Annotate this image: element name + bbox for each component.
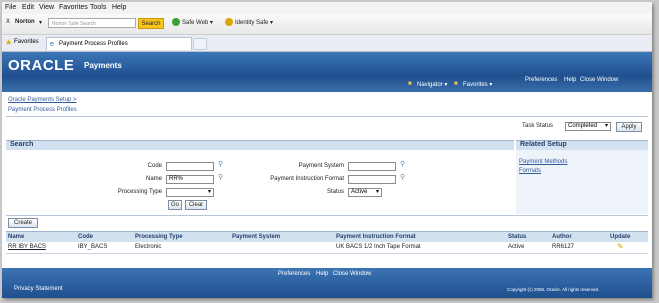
tab-title: Payment Process Profiles [59, 41, 128, 47]
results-divider [6, 215, 648, 216]
code-input[interactable] [166, 162, 214, 171]
tab-payment-process-profiles[interactable]: e Payment Process Profiles [46, 37, 192, 50]
table-row: RR IBY BACS IBY_BACS Electronic UK BACS … [6, 242, 648, 254]
menu-bar: File Edit View Favorites Tools Help [2, 2, 652, 14]
processing-type-label: Processing Type [117, 189, 162, 195]
favorites-icon: ■ [454, 81, 458, 87]
task-status-label: Task Status [522, 123, 554, 129]
row-processing-type: Electronic [135, 244, 162, 250]
menu-view[interactable]: View [39, 4, 54, 11]
task-status-select[interactable]: Completed ▾ [565, 122, 611, 131]
copyright-text: Copyright (c) 2006, Oracle. All rights r… [507, 287, 600, 292]
norton-label[interactable]: Norton [15, 19, 35, 25]
identity-safe-button[interactable]: Identity Safe ▾ [235, 19, 273, 26]
clear-button[interactable]: Clear [185, 200, 207, 210]
search-icon[interactable]: ⚲ [400, 160, 405, 168]
page-title: Payment Process Profiles [8, 107, 77, 113]
column-instruction-format[interactable]: Payment Instruction Format [336, 234, 416, 240]
privacy-statement-link[interactable]: Privacy Statement [14, 286, 63, 292]
related-setup-header: Related Setup [516, 140, 648, 150]
name-input[interactable]: RR% [166, 175, 214, 184]
payment-system-label: Payment System [298, 163, 344, 169]
safe-web-button[interactable]: Safe Web ▾ [182, 19, 213, 26]
formats-link[interactable]: Formats [519, 168, 541, 174]
header-preferences-link[interactable]: Preferences [525, 77, 557, 83]
search-icon[interactable]: ⚲ [400, 173, 405, 181]
search-icon[interactable]: ⚲ [218, 160, 223, 168]
ie-page-icon: e [50, 41, 54, 48]
header-close-window-link[interactable]: Close Window [580, 77, 618, 83]
payment-system-input[interactable] [348, 162, 396, 171]
menu-tools[interactable]: Tools [90, 4, 106, 11]
column-name[interactable]: Name [8, 234, 24, 240]
norton-dropdown-icon[interactable]: ▾ [39, 19, 42, 26]
payment-methods-link[interactable]: Payment Methods [519, 159, 567, 165]
instruction-format-label: Payment Instruction Format [270, 176, 344, 182]
title-divider [6, 116, 648, 117]
row-name-link[interactable]: RR IBY BACS [8, 244, 46, 250]
go-button[interactable]: Go [168, 200, 182, 210]
column-status[interactable]: Status [508, 234, 526, 240]
chevron-down-icon: ▾ [604, 123, 608, 129]
name-label: Name [145, 176, 162, 182]
create-button[interactable]: Create [8, 218, 38, 228]
search-icon[interactable]: ⚲ [218, 173, 223, 181]
task-status-value: Completed [568, 123, 598, 129]
pencil-icon[interactable]: ✎ [617, 242, 624, 251]
code-label: Code [147, 163, 162, 169]
norton-search-button[interactable]: Search [138, 18, 164, 29]
favorites-menu[interactable]: Favorites ▾ [463, 81, 492, 88]
favorites-star-icon: ★ [5, 38, 13, 47]
navigator-icon: ■ [408, 81, 412, 87]
column-update: Update [610, 234, 631, 240]
browser-window: File Edit View Favorites Tools Help X No… [2, 2, 652, 298]
column-payment-system[interactable]: Payment System [232, 234, 280, 240]
results-table-header: Name Code Processing Type Payment System… [6, 231, 648, 242]
menu-help[interactable]: Help [112, 4, 126, 11]
row-instruction-format: UK BACS 1/2 Inch Tape Format [336, 244, 421, 250]
norton-toolbar: X Norton ▾ Norton Safe Search Search Saf… [2, 14, 652, 35]
status-label: Status [326, 189, 344, 195]
footer-preferences-link[interactable]: Preferences [278, 271, 310, 277]
footer-close-window-link[interactable]: Close Window [333, 271, 371, 277]
norton-search-input[interactable]: Norton Safe Search [48, 18, 136, 28]
search-section-header: Search [6, 140, 514, 150]
identity-safe-icon [225, 18, 233, 26]
row-status: Active [508, 244, 525, 250]
status-select[interactable]: Active ▾ [348, 188, 382, 197]
tab-bar: ★ Favorites e Payment Process Profiles [2, 35, 652, 52]
oracle-header: ORACLE Payments ■ Navigator ▾ ■ Favorite… [2, 52, 652, 92]
column-processing-type[interactable]: Processing Type [135, 234, 183, 240]
favorites-button[interactable]: Favorites [14, 39, 39, 45]
row-author: RR6127 [552, 244, 575, 250]
menu-edit[interactable]: Edit [22, 4, 34, 11]
instruction-format-input[interactable] [348, 175, 396, 184]
column-author[interactable]: Author [552, 234, 572, 240]
footer-help-link[interactable]: Help [316, 271, 328, 277]
processing-type-select[interactable]: ▾ [166, 188, 214, 197]
apply-button[interactable]: Apply [616, 122, 642, 132]
close-toolbar-icon[interactable]: X [6, 19, 10, 25]
navigator-menu[interactable]: Navigator ▾ [417, 81, 447, 88]
breadcrumb[interactable]: Oracle Payments Setup > [8, 97, 77, 103]
column-code[interactable]: Code [78, 234, 93, 240]
menu-file[interactable]: File [5, 4, 16, 11]
application-name: Payments [84, 61, 122, 70]
menu-favorites[interactable]: Favorites [59, 4, 88, 11]
page-footer: Preferences Help Close Window Privacy St… [2, 268, 652, 298]
oracle-logo: ORACLE [8, 57, 75, 74]
row-code: IBY_BACS [78, 244, 108, 250]
chevron-down-icon: ▾ [207, 189, 211, 195]
new-tab-button[interactable] [193, 38, 207, 50]
chevron-down-icon: ▾ [375, 189, 379, 195]
safe-web-icon [172, 18, 180, 26]
header-help-link[interactable]: Help [564, 77, 576, 83]
status-value: Active [351, 189, 368, 195]
